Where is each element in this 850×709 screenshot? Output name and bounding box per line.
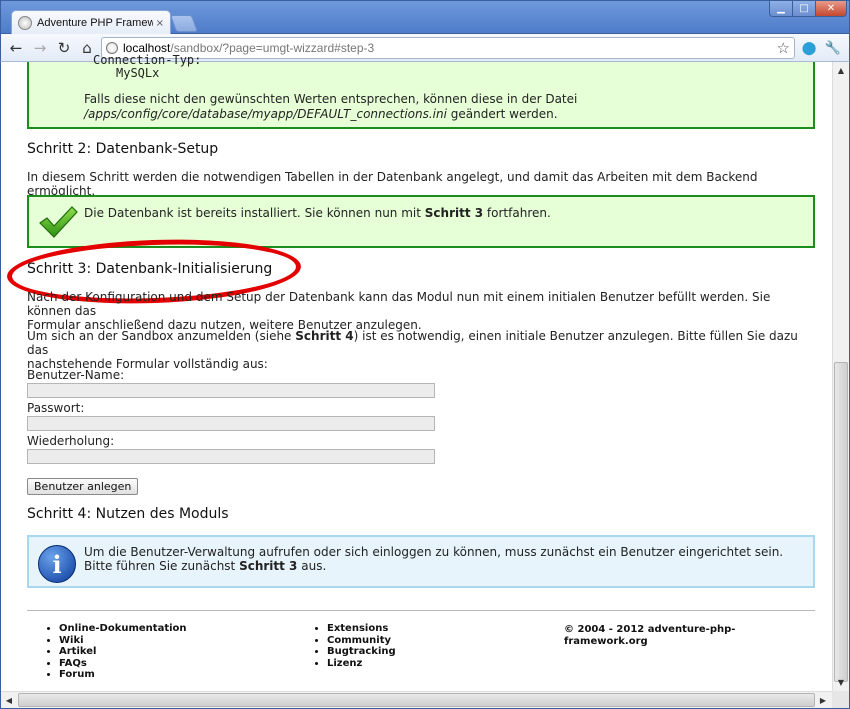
new-tab-button[interactable] [169,15,199,32]
address-bar[interactable]: localhost/sandbox/?page=umgt-wizzard#ste… [101,37,795,59]
tab-title: Adventure PHP Framework sa [37,17,153,29]
minimize-button[interactable]: ▁ [769,0,793,17]
reload-icon[interactable]: ↻ [54,38,74,58]
username-input[interactable] [27,383,435,398]
info-message-text: Um die Benutzer-Verwaltung aufrufen oder… [84,545,784,573]
wrench-menu-icon[interactable]: 🔧 [824,39,842,57]
checkmark-icon [39,206,78,238]
info-icon: i [38,545,76,583]
footer-link[interactable]: Bugtracking [327,646,396,658]
footer-divider [27,610,815,611]
config-path: /apps/config/core/database/myapp/DEFAULT… [84,107,447,121]
db-installed-text: Die Datenbank ist bereits installiert. S… [84,206,551,220]
scroll-up-arrow-icon[interactable]: ▲ [833,62,849,78]
browser-tab[interactable]: Adventure PHP Framework sa × [11,10,171,35]
username-label: Benutzer-Name: [27,368,125,382]
password-label: Passwort: [27,401,85,415]
step3-text2: Um sich an der Sandbox anzumelden (siehe… [27,329,798,371]
footer-link[interactable]: FAQs [59,658,187,670]
step3-heading: Schritt 3: Datenbank-Initialisierung [27,261,273,277]
step2-text: In diesem Schritt werden die notwendigen… [27,170,758,198]
connection-note: Falls diese nicht den gewünschten Werten… [84,92,578,121]
back-arrow-icon[interactable]: ← [6,38,26,58]
password-input[interactable] [27,416,435,431]
footer-link[interactable]: Online-Dokumentation [59,623,187,635]
footer-links-col2: Extensions Community Bugtracking Lizenz [295,623,396,669]
footer-link[interactable]: Lizenz [327,658,396,670]
footer-link[interactable]: Community [327,635,396,647]
close-window-button[interactable]: ✕ [815,0,847,17]
vertical-scrollbar[interactable]: ▲ ▼ [832,62,849,691]
horizontal-scroll-thumb[interactable] [18,693,815,707]
info-message-box: i Um die Benutzer-Verwaltung aufrufen od… [27,535,815,588]
step2-heading: Schritt 2: Datenbank-Setup [27,141,219,157]
connection-type-value: MySQLx [116,66,160,80]
bookmark-star-icon[interactable]: ☆ [777,39,790,57]
create-user-button[interactable]: Benutzer anlegen [27,478,139,495]
repeat-password-label: Wiederholung: [27,434,115,448]
maximize-button[interactable]: □ [792,0,816,17]
favicon-icon [18,16,32,30]
footer-link[interactable]: Artikel [59,646,187,658]
scroll-down-arrow-icon[interactable]: ▼ [833,674,849,690]
window-titlebar: Adventure PHP Framework sa × [0,0,850,35]
scrollbar-corner [832,691,849,708]
footer-link[interactable]: Wiki [59,635,187,647]
tab-close-icon[interactable]: × [156,18,164,29]
step4-heading: Schritt 4: Nutzen des Moduls [27,506,229,522]
forward-arrow-icon[interactable]: → [30,38,50,58]
connection-info-box: Connection-Typ: MySQLx Falls diese nicht… [27,53,815,129]
vertical-scroll-thumb[interactable] [834,362,848,682]
footer-links-col1: Online-Dokumentation Wiki Artikel FAQs F… [27,623,187,681]
footer-copyright: © 2004 - 2012 adventure-php-framework.or… [564,624,736,647]
repeat-password-input[interactable] [27,449,435,464]
footer-link[interactable]: Extensions [327,623,396,635]
connection-type-label: Connection-Typ: [93,53,202,67]
horizontal-scrollbar[interactable]: ◀ ▶ [1,691,832,708]
scroll-right-arrow-icon[interactable]: ▶ [815,692,831,708]
step3-text1: Nach der Konfiguration und dem Setup der… [27,290,771,332]
skype-extension-icon[interactable]: ⬤ [800,39,818,57]
scroll-left-arrow-icon[interactable]: ◀ [1,692,17,708]
footer-link[interactable]: Forum [59,669,187,681]
